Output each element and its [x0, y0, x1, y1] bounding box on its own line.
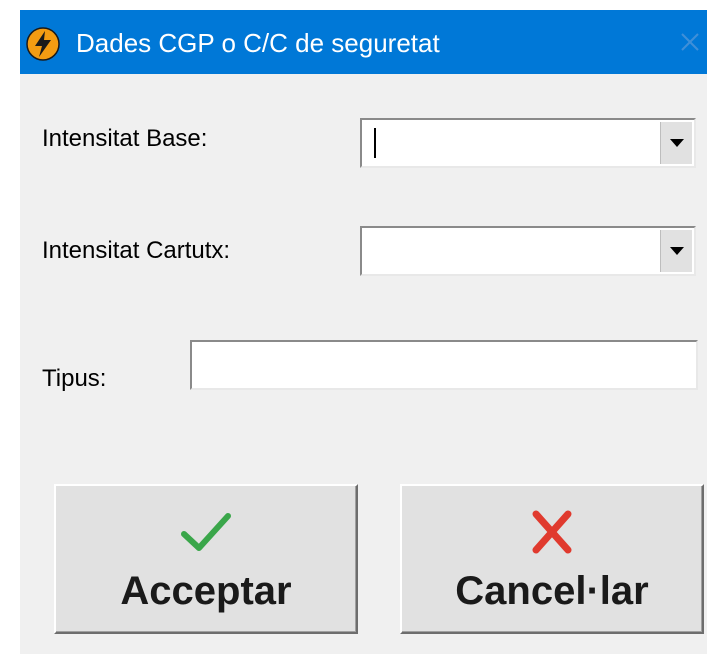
red-x-icon	[532, 510, 572, 554]
cancel-button-label: Cancel·lar	[455, 569, 649, 613]
title-bar[interactable]: Dades CGP o C/C de seguretat	[20, 10, 707, 74]
dialog-window: Dades CGP o C/C de seguretat Intensitat …	[20, 10, 707, 654]
tipus-label: Tipus:	[42, 365, 107, 392]
checkmark-icon	[181, 513, 231, 551]
lightning-bolt-icon	[26, 27, 60, 61]
intensitat-cartutx-label: Intensitat Cartutx:	[42, 237, 231, 264]
intensitat-cartutx-combobox[interactable]	[360, 226, 696, 276]
close-icon[interactable]	[676, 28, 704, 56]
cancel-button[interactable]: Cancel·lar	[400, 484, 704, 634]
tipus-input[interactable]	[190, 340, 698, 390]
chevron-down-icon	[670, 247, 684, 255]
intensitat-base-label: Intensitat Base:	[42, 125, 208, 152]
intensitat-cartutx-dropdown-button[interactable]	[660, 230, 692, 272]
intensitat-base-dropdown-button[interactable]	[660, 122, 692, 164]
text-caret	[374, 128, 376, 158]
intensitat-base-combobox[interactable]	[360, 118, 696, 168]
window-title: Dades CGP o C/C de seguretat	[76, 28, 440, 58]
accept-button-label: Acceptar	[120, 569, 292, 613]
accept-button[interactable]: Acceptar	[54, 484, 358, 634]
chevron-down-icon	[670, 139, 684, 147]
